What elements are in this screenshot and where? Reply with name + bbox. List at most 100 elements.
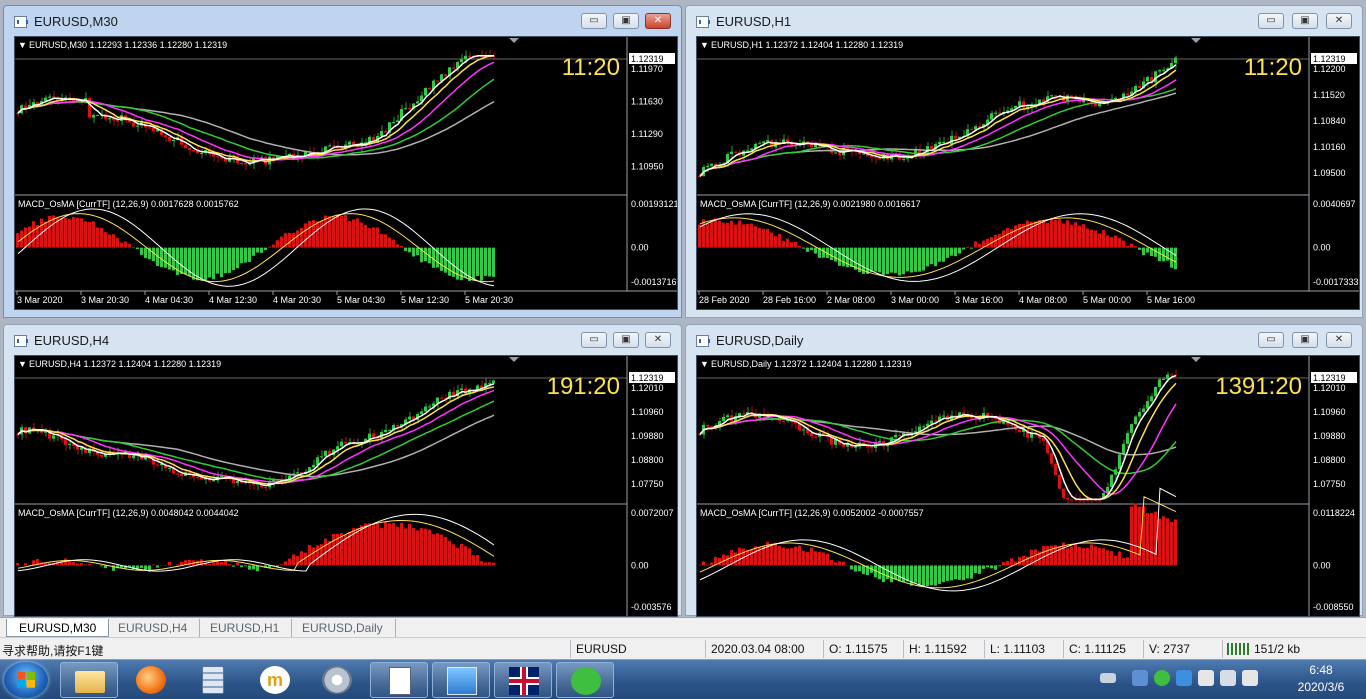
chart-header-arrow: ▼: [700, 359, 709, 369]
macd-histogram-bar: [882, 247, 885, 275]
chart-area[interactable]: ▼ EURUSD,H1 1.12372 1.12404 1.12280 1.123…: [696, 36, 1360, 310]
macd-histogram-bar: [416, 247, 419, 256]
macd-scale-label: 0.0072007: [631, 508, 674, 518]
taskbar-calculator[interactable]: [184, 662, 242, 698]
chart-canvas[interactable]: ▼ EURUSD,Daily 1.12372 1.12404 1.12280 1.…: [697, 356, 1359, 616]
maximize-button[interactable]: ▣: [1292, 13, 1318, 29]
maximize-button[interactable]: ▣: [613, 332, 639, 348]
device-icon[interactable]: [1198, 670, 1214, 686]
macd-histogram-bar: [176, 564, 179, 566]
candle-body: [192, 150, 195, 152]
close-button[interactable]: ✕: [1326, 13, 1352, 29]
time-scale-label: 3 Mar 00:00: [891, 295, 939, 305]
candle-body: [1118, 454, 1121, 470]
macd-histogram-bar: [168, 247, 171, 270]
chart-window-h1[interactable]: EURUSD,H1 ▭ ▣ ✕ ▼ EURUSD,H1 1.12372 1.124…: [685, 5, 1363, 318]
minimize-button[interactable]: ▭: [1258, 332, 1284, 348]
chart-canvas[interactable]: ▼ EURUSD,H4 1.12372 1.12404 1.12280 1.123…: [15, 356, 677, 616]
candle-body: [722, 416, 725, 422]
tab-eurusd-m30[interactable]: EURUSD,M30: [6, 619, 110, 637]
macd-histogram-bar: [372, 227, 375, 248]
close-button[interactable]: ✕: [645, 13, 671, 29]
candle-body: [1042, 438, 1045, 441]
minimize-button[interactable]: ▭: [1258, 13, 1284, 29]
start-button[interactable]: [4, 662, 48, 698]
shield-icon[interactable]: [1132, 670, 1148, 686]
connection-bars-icon: [1227, 643, 1249, 655]
taskbar-browser[interactable]: [122, 662, 180, 698]
volume-icon[interactable]: [1242, 670, 1258, 686]
maximize-button[interactable]: ▣: [613, 13, 639, 29]
status-divider: [823, 640, 824, 658]
network-icon[interactable]: [1220, 670, 1236, 686]
candle-body: [200, 477, 203, 480]
chart-canvas[interactable]: ▼ EURUSD,M30 1.12293 1.12336 1.12280 1.12…: [15, 37, 677, 309]
window-title: EURUSD,M30: [34, 14, 118, 29]
chart-area[interactable]: ▼ EURUSD,M30 1.12293 1.12336 1.12280 1.12…: [14, 36, 678, 310]
taskbar-uk-app[interactable]: [494, 662, 552, 698]
candle-body: [1138, 411, 1141, 417]
tab-eurusd-h4[interactable]: EURUSD,H4: [106, 619, 201, 637]
price-scale-label: 1.09500: [1313, 168, 1346, 178]
taskbar-document[interactable]: [370, 662, 428, 698]
macd-histogram-bar: [84, 564, 87, 566]
candle-body: [348, 141, 351, 145]
macd-histogram-bar: [786, 548, 789, 566]
macd-histogram-bar: [738, 547, 741, 566]
candle-body: [934, 420, 937, 422]
macd-histogram-bar: [966, 246, 969, 248]
window-titlebar[interactable]: EURUSD,H1 ▭ ▣ ✕: [686, 6, 1362, 36]
window-titlebar[interactable]: EURUSD,M30 ▭ ▣ ✕: [4, 6, 681, 36]
macd-histogram-bar: [830, 560, 833, 566]
macd-histogram-bar: [424, 528, 427, 566]
tab-eurusd-daily[interactable]: EURUSD,Daily: [290, 619, 396, 637]
minimize-button[interactable]: ▭: [581, 13, 607, 29]
chart-window-h4[interactable]: EURUSD,H4 ▭ ▣ ✕ ▼ EURUSD,H4 1.12372 1.124…: [3, 324, 682, 617]
macd-histogram-bar: [770, 543, 773, 566]
chart-window-m30[interactable]: EURUSD,M30 ▭ ▣ ✕ ▼ EURUSD,M30 1.12293 1.1…: [3, 5, 682, 318]
keyboard-icon[interactable]: [1100, 673, 1116, 683]
candle-body: [1162, 378, 1165, 380]
macd-histogram-bar: [702, 219, 705, 248]
chart-area[interactable]: ▼ EURUSD,Daily 1.12372 1.12404 1.12280 1.…: [696, 355, 1360, 617]
maximize-button[interactable]: ▣: [1292, 332, 1318, 348]
macd-histogram-bar: [930, 565, 933, 586]
window-titlebar[interactable]: EURUSD,H4 ▭ ▣ ✕: [4, 325, 681, 355]
status-low: L: 1.11103: [990, 642, 1045, 656]
macd-histogram-bar: [100, 227, 103, 248]
close-button[interactable]: ✕: [645, 332, 671, 348]
macd-histogram-bar: [200, 247, 203, 281]
macd-histogram-bar: [914, 247, 917, 272]
macd-histogram-bar: [380, 234, 383, 248]
wechat-tray-icon[interactable]: [1154, 670, 1170, 686]
chart-symbol-ohlc: EURUSD,H1 1.12372 1.12404 1.12280 1.1231…: [711, 40, 903, 50]
taskbar-photo[interactable]: [432, 662, 490, 698]
close-button[interactable]: ✕: [1326, 332, 1352, 348]
macd-histogram-bar: [718, 220, 721, 248]
macd-histogram-bar: [24, 563, 27, 566]
macd-histogram-bar: [152, 564, 155, 566]
macd-histogram-bar: [1162, 516, 1165, 566]
chart-window-daily[interactable]: EURUSD,Daily ▭ ▣ ✕ ▼ EURUSD,Daily 1.12372…: [685, 324, 1363, 617]
status-divider: [705, 640, 706, 658]
macd-histogram-bar: [344, 215, 347, 248]
price-scale-label: 1.12200: [1313, 64, 1346, 74]
macd-histogram-bar: [244, 247, 247, 263]
macd-histogram-bar: [806, 551, 809, 566]
candle-body: [428, 406, 431, 408]
tab-eurusd-h1[interactable]: EURUSD,H1: [198, 619, 293, 637]
chart-canvas[interactable]: ▼ EURUSD,H1 1.12372 1.12404 1.12280 1.123…: [697, 37, 1359, 309]
cloud-icon[interactable]: [1176, 670, 1192, 686]
taskbar-media[interactable]: [308, 662, 366, 698]
taskbar-m-app[interactable]: m: [246, 662, 304, 698]
candle-body: [80, 447, 83, 450]
taskbar-wechat[interactable]: [556, 662, 614, 698]
macd-histogram-bar: [954, 247, 957, 257]
taskbar-explorer[interactable]: [60, 662, 118, 698]
chart-area[interactable]: ▼ EURUSD,H4 1.12372 1.12404 1.12280 1.123…: [14, 355, 678, 617]
window-titlebar[interactable]: EURUSD,Daily ▭ ▣ ✕: [686, 325, 1362, 355]
macd-histogram-bar: [332, 533, 335, 566]
minimize-button[interactable]: ▭: [581, 332, 607, 348]
taskbar-clock[interactable]: 6:48 2020/3/6: [1280, 662, 1362, 696]
macd-histogram-bar: [292, 554, 295, 566]
